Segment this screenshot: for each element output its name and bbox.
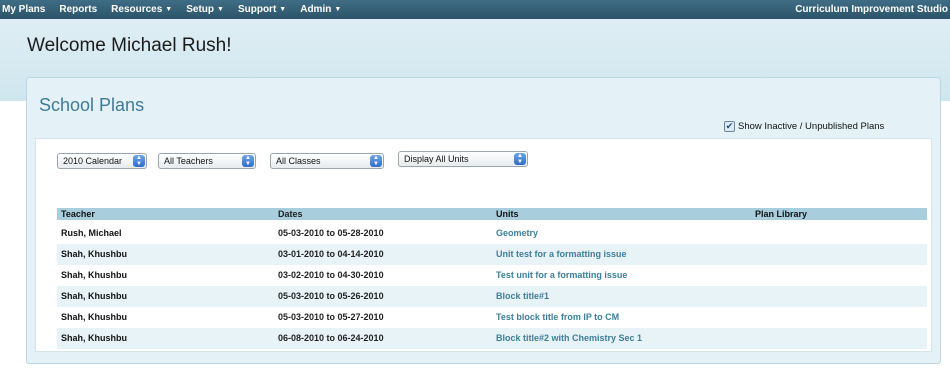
brand-name[interactable]: Curriculum Improvement Studio xyxy=(795,0,950,19)
chevron-down-icon: ▼ xyxy=(217,6,224,13)
classes-select-value: All Classes xyxy=(276,156,321,166)
units-select[interactable]: Display All Units ▲ ▼ xyxy=(398,151,528,167)
dates-cell: 05-03-2010 to 05-26-2010 xyxy=(278,291,384,301)
table-row: Shah, Khushbu 05-03-2010 to 05-26-2010 B… xyxy=(57,286,927,307)
nav-resources[interactable]: Resources ▼ xyxy=(105,4,180,15)
welcome-message: Welcome Michael Rush! xyxy=(27,35,232,56)
nav-resources-label: Resources xyxy=(111,4,163,15)
teacher-cell: Shah, Khushbu xyxy=(61,312,127,322)
teachers-select-value: All Teachers xyxy=(164,156,213,166)
nav-setup[interactable]: Setup ▼ xyxy=(180,4,232,15)
dates-cell: 03-01-2010 to 04-14-2010 xyxy=(278,249,384,259)
table-row: Shah, Khushbu 05-03-2010 to 05-27-2010 T… xyxy=(57,307,927,328)
unit-link[interactable]: Test block title from IP to CM xyxy=(496,307,619,328)
table-row: Shah, Khushbu 03-01-2010 to 04-14-2010 U… xyxy=(57,244,927,265)
unit-link[interactable]: Geometry xyxy=(496,223,538,244)
column-header-dates[interactable]: Dates xyxy=(278,208,303,220)
table-row: Shah, Khushbu 06-08-2010 to 06-24-2010 B… xyxy=(57,328,927,349)
show-inactive-label: Show Inactive / Unpublished Plans xyxy=(738,121,885,132)
nav-reports[interactable]: Reports xyxy=(53,4,105,15)
show-inactive-toggle[interactable]: ✔ Show Inactive / Unpublished Plans xyxy=(724,121,884,132)
page-title: School Plans xyxy=(39,95,145,115)
nav-admin[interactable]: Admin ▼ xyxy=(294,4,349,15)
dates-cell: 05-03-2010 to 05-27-2010 xyxy=(278,312,384,322)
nav-setup-label: Setup xyxy=(186,4,215,15)
select-arrows-icon: ▲ ▼ xyxy=(514,153,526,165)
units-select-value: Display All Units xyxy=(404,154,469,164)
column-header-teacher[interactable]: Teacher xyxy=(61,208,95,220)
teacher-cell: Shah, Khushbu xyxy=(61,249,127,259)
dates-cell: 06-08-2010 to 06-24-2010 xyxy=(278,333,384,343)
teacher-cell: Shah, Khushbu xyxy=(61,270,127,280)
column-header-units[interactable]: Units xyxy=(496,208,519,220)
top-nav-bar: My Plans Reports Resources ▼ Setup ▼ Suppo… xyxy=(0,0,950,19)
show-inactive-checkbox[interactable]: ✔ xyxy=(724,121,735,132)
chevron-down-icon: ▼ xyxy=(165,6,173,13)
unit-link[interactable]: Block title#1 xyxy=(496,286,549,307)
select-arrows-icon: ▲ ▼ xyxy=(242,155,254,167)
teachers-select[interactable]: All Teachers ▲ ▼ xyxy=(158,153,256,169)
main-nav: My Plans Reports Resources ▼ Setup ▼ Suppo… xyxy=(0,0,349,19)
nav-support-label: Support xyxy=(237,4,277,15)
classes-select[interactable]: All Classes ▲ ▼ xyxy=(270,153,384,169)
chevron-down-icon: ▼ xyxy=(334,6,342,13)
dates-cell: 05-03-2010 to 05-28-2010 xyxy=(278,228,384,238)
unit-link[interactable]: Block title#2 with Chemistry Sec 1 xyxy=(496,328,642,349)
calendar-select-value: 2010 Calendar xyxy=(63,156,123,166)
table-row: Shah, Khushbu 03-02-2010 to 04-30-2010 T… xyxy=(57,265,927,286)
nav-reports-label: Reports xyxy=(59,4,98,15)
nav-support[interactable]: Support ▼ xyxy=(232,4,294,15)
nav-admin-label: Admin xyxy=(300,4,332,15)
dates-cell: 03-02-2010 to 04-30-2010 xyxy=(278,270,384,280)
plans-table-header: Teacher Dates Units Plan Library xyxy=(57,208,927,220)
teacher-cell: Rush, Michael xyxy=(61,228,122,238)
nav-my-plans-label: My Plans xyxy=(2,4,46,15)
unit-link[interactable]: Test unit for a formatting issue xyxy=(496,265,627,286)
calendar-select[interactable]: 2010 Calendar ▲ ▼ xyxy=(57,153,147,169)
table-row: Rush, Michael 05-03-2010 to 05-28-2010 G… xyxy=(57,223,927,244)
select-arrows-icon: ▲ ▼ xyxy=(370,155,382,167)
column-header-plan-library[interactable]: Plan Library xyxy=(755,208,807,220)
unit-link[interactable]: Unit test for a formatting issue xyxy=(496,244,627,265)
select-arrows-icon: ▲ ▼ xyxy=(133,155,145,167)
teacher-cell: Shah, Khushbu xyxy=(61,333,127,343)
teacher-cell: Shah, Khushbu xyxy=(61,291,127,301)
nav-my-plans[interactable]: My Plans xyxy=(0,4,53,15)
chevron-down-icon: ▼ xyxy=(279,6,287,13)
